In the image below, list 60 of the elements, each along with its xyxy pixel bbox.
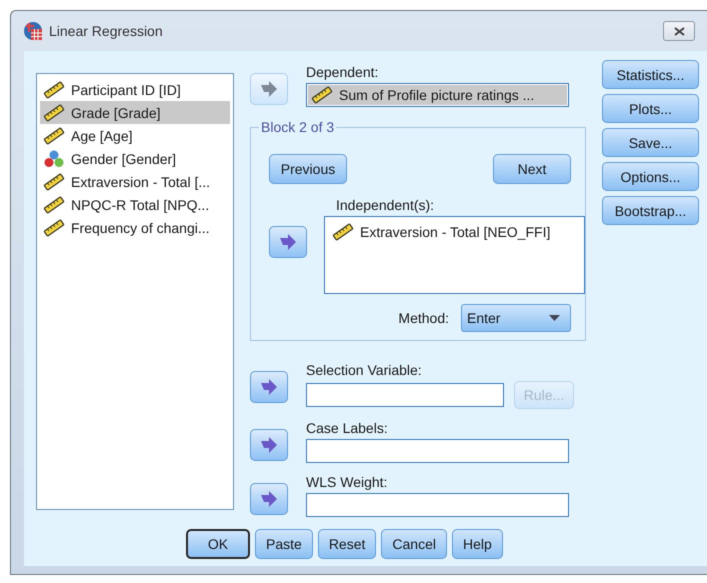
move-arrow-button[interactable] <box>269 226 307 258</box>
field-label: Selection Variable: <box>306 361 423 380</box>
variable-label: Grade [Grade] <box>71 104 160 120</box>
dialog-button[interactable]: Reset <box>318 529 376 559</box>
variable-item[interactable]: Grade [Grade] <box>40 101 230 124</box>
variable-item[interactable]: Age [Age] <box>40 124 230 147</box>
variable-label: NPQC-R Total [NPQ... <box>71 196 210 212</box>
arrow-icon <box>279 234 297 250</box>
variable-item[interactable]: Participant ID [ID] <box>40 78 230 101</box>
close-button[interactable] <box>663 21 695 41</box>
dialog-button[interactable]: Bootstrap... <box>602 196 699 225</box>
dialog-button[interactable]: Plots... <box>602 94 699 123</box>
variable-item[interactable]: Extraversion - Total [... <box>40 170 230 193</box>
move-arrow-button[interactable] <box>250 371 288 403</box>
variable-label: Participant ID [ID] <box>71 82 181 98</box>
move-arrow-button[interactable] <box>250 429 288 461</box>
variable-list[interactable]: Participant ID [ID] Grade [Grade] Age [Age] Gender [Gender] Extraversion - Total [... NPQC-R Total [NPQ... Frequency of changi... <box>36 73 234 510</box>
group-title: Block 2 of 3 <box>259 119 336 135</box>
dialog-button[interactable]: Paste <box>255 529 313 559</box>
variable-label: Age [Age] <box>71 128 132 144</box>
window-title: Linear Regression <box>49 23 164 39</box>
dialog-button[interactable]: Statistics... <box>602 60 699 89</box>
ruler-icon <box>43 104 65 122</box>
close-icon <box>674 26 684 36</box>
variable-item[interactable]: Gender [Gender] <box>40 147 230 170</box>
field-label: Independent(s): <box>336 196 436 215</box>
three-balls-icon <box>43 150 65 168</box>
dependent-field[interactable]: Sum of Profile picture ratings ... <box>306 83 569 107</box>
move-arrow-button[interactable] <box>250 483 288 515</box>
dialog-button[interactable]: Cancel <box>381 529 447 559</box>
dialog-button[interactable]: OK <box>186 529 250 559</box>
method-dropdown[interactable]: Enter <box>461 304 571 332</box>
variable-label: Frequency of changi... <box>71 220 210 236</box>
variable-label: Sum of Profile picture ratings ... <box>339 87 534 103</box>
dialog-button[interactable]: Options... <box>602 162 699 191</box>
arrow-icon <box>260 379 278 395</box>
variable-label: Extraversion - Total [NEO_FFI] <box>360 224 550 240</box>
ruler-icon <box>311 86 333 104</box>
table-app-icon <box>23 21 43 41</box>
variable-item[interactable]: NPQC-R Total [NPQ... <box>40 193 230 216</box>
next-button[interactable]: Next <box>493 154 571 184</box>
field-label: Case Labels: <box>306 419 389 438</box>
field-label: Dependent: <box>306 63 380 82</box>
arrow-icon <box>260 81 278 97</box>
method-label: Method: <box>398 310 449 326</box>
independents-list[interactable]: Extraversion - Total [NEO_FFI] <box>324 216 585 294</box>
input-field[interactable] <box>306 439 569 463</box>
variable-label: Gender [Gender] <box>71 150 176 166</box>
field-label: WLS Weight: <box>306 473 388 492</box>
dialog-button[interactable]: Help <box>452 529 503 559</box>
arrow-icon <box>260 491 278 507</box>
input-field[interactable] <box>306 383 504 407</box>
variable-item[interactable]: Frequency of changi... <box>40 216 230 239</box>
arrow-icon <box>260 437 278 453</box>
caret-icon <box>549 315 560 321</box>
input-field[interactable] <box>306 493 569 517</box>
variable-item[interactable]: Extraversion - Total [NEO_FFI] <box>329 220 580 243</box>
variable-label: Extraversion - Total [... <box>71 174 210 190</box>
dialog-button[interactable]: Save... <box>602 128 699 157</box>
previous-button[interactable]: Previous <box>269 154 347 184</box>
